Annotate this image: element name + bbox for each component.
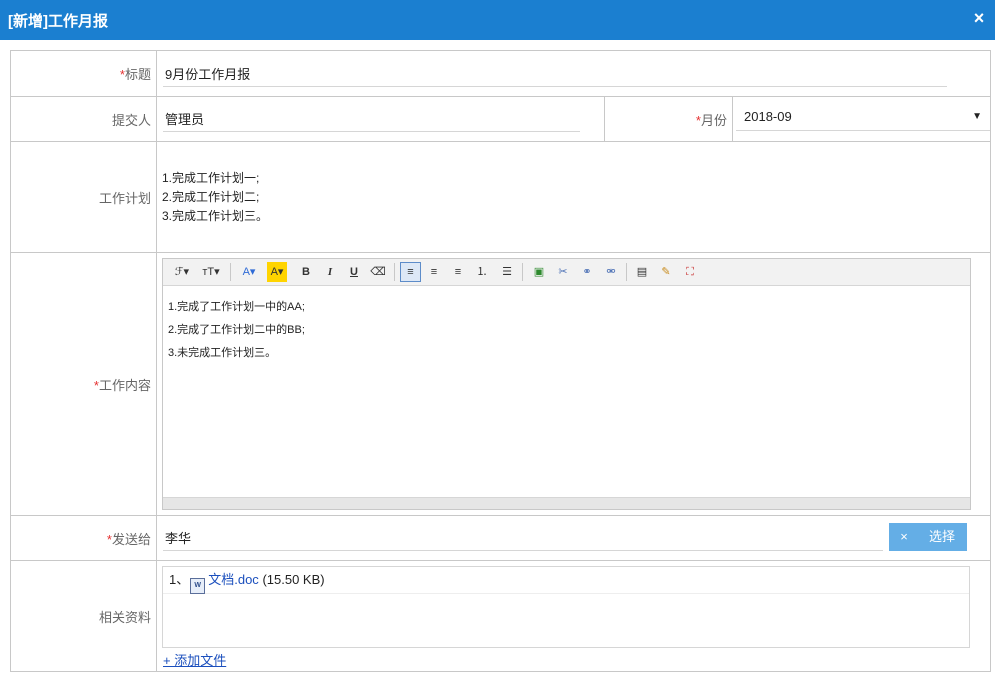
content-cell: ℱ▾ ᴛT▾ A▾ A▾ B I U ⌫ ≡ ≡ ≡ ⒈ ☰ ▣ ✂ ⚭ ⚮ ▤…	[155, 252, 992, 516]
monthly-report-form: *标题 提交人 *月份 2018-09 ▼ 工作计划 1.完成工作计划一; 2.完…	[10, 50, 992, 672]
clean-format-icon[interactable]: ✎	[656, 262, 676, 282]
plan-line: 2.完成工作计划二;	[162, 190, 260, 204]
align-center-icon[interactable]: ≡	[424, 262, 444, 282]
plan-label: 工作计划	[10, 141, 157, 253]
submitter-label: 提交人	[10, 96, 157, 142]
recipient-input[interactable]	[163, 524, 883, 551]
month-value: 2018-09	[744, 109, 792, 124]
italic-icon[interactable]: I	[320, 262, 340, 282]
attachments-cell: 1、 W 文档.doc (15.50 KB) + 添加文件	[155, 560, 992, 672]
attachment-link[interactable]: 文档.doc	[208, 572, 259, 587]
word-file-icon: W	[190, 578, 206, 594]
link-icon[interactable]: ⚭	[577, 262, 597, 282]
send-label: *发送给	[10, 515, 157, 561]
highlight-icon[interactable]: A▾	[267, 262, 287, 282]
toolbar-separator	[230, 263, 231, 281]
cut-icon[interactable]: ✂	[553, 262, 573, 282]
content-label: *工作内容	[10, 252, 157, 516]
unordered-list-icon[interactable]: ☰	[497, 262, 517, 282]
editor-content[interactable]: 1.完成了工作计划一中的AA; 2.完成了工作计划二中的BB; 3.未完成工作计…	[163, 286, 970, 375]
month-cell: 2018-09 ▼	[731, 96, 992, 142]
align-right-icon[interactable]: ≡	[448, 262, 468, 282]
content-line: 3.未完成工作计划三。	[168, 347, 277, 359]
attachments-label: 相关资料	[10, 560, 157, 672]
editor-toolbar: ℱ▾ ᴛT▾ A▾ A▾ B I U ⌫ ≡ ≡ ≡ ⒈ ☰ ▣ ✂ ⚭ ⚮ ▤…	[163, 259, 970, 286]
image-icon[interactable]: ▣	[529, 262, 549, 282]
fullscreen-icon[interactable]: ⛶	[680, 262, 700, 282]
send-cell: × 选择	[155, 515, 992, 561]
choose-recipient-button[interactable]: 选择	[929, 523, 955, 551]
toolbar-separator	[394, 263, 395, 281]
attachment-list: 1、 W 文档.doc (15.50 KB)	[162, 566, 970, 648]
dialog-title: [新增]工作月报	[8, 13, 108, 30]
title-label: *标题	[10, 50, 157, 97]
content-line: 2.完成了工作计划二中的BB;	[168, 324, 305, 336]
align-left-icon[interactable]: ≡	[400, 262, 421, 282]
submitter-cell	[156, 96, 605, 142]
eraser-icon[interactable]: ⌫	[368, 262, 388, 282]
add-file-link[interactable]: + 添加文件	[163, 650, 226, 669]
plan-text[interactable]: 1.完成工作计划一; 2.完成工作计划二; 3.完成工作计划三。	[162, 169, 268, 226]
recipient-picker: × 选择	[889, 523, 968, 551]
chevron-down-icon: ▼	[972, 111, 983, 122]
underline-icon[interactable]: U	[344, 262, 364, 282]
submitter-input[interactable]	[163, 105, 580, 132]
toolbar-separator	[522, 263, 523, 281]
bold-icon[interactable]: B	[296, 262, 316, 282]
toolbar-separator	[626, 263, 627, 281]
font-color-icon[interactable]: A▾	[239, 262, 259, 282]
plan-line: 3.完成工作计划三。	[162, 209, 269, 223]
attachment-size: (15.50 KB)	[262, 572, 325, 587]
font-size-icon[interactable]: ᴛT▾	[199, 262, 223, 282]
attachment-index: 1、	[169, 572, 190, 587]
paste-icon[interactable]: ▤	[632, 262, 652, 282]
close-icon[interactable]: ×	[969, 8, 989, 28]
month-label: *月份	[604, 96, 733, 142]
editor-statusbar	[163, 497, 970, 509]
unlink-icon[interactable]: ⚮	[601, 262, 621, 282]
content-line: 1.完成了工作计划一中的AA;	[168, 301, 305, 313]
clear-recipient-button[interactable]: ×	[897, 523, 911, 551]
plan-line: 1.完成工作计划一;	[162, 171, 260, 185]
plan-cell: 1.完成工作计划一; 2.完成工作计划二; 3.完成工作计划三。	[155, 141, 992, 253]
ordered-list-icon[interactable]: ⒈	[472, 262, 492, 282]
dialog-titlebar: [新增]工作月报 ×	[0, 0, 995, 40]
month-select[interactable]: 2018-09 ▼	[736, 104, 991, 131]
title-input[interactable]	[163, 60, 947, 87]
rich-text-editor: ℱ▾ ᴛT▾ A▾ A▾ B I U ⌫ ≡ ≡ ≡ ⒈ ☰ ▣ ✂ ⚭ ⚮ ▤…	[162, 258, 971, 510]
attachment-item: 1、 W 文档.doc (15.50 KB)	[163, 567, 969, 594]
title-cell	[155, 50, 992, 97]
font-family-icon[interactable]: ℱ▾	[171, 262, 193, 282]
